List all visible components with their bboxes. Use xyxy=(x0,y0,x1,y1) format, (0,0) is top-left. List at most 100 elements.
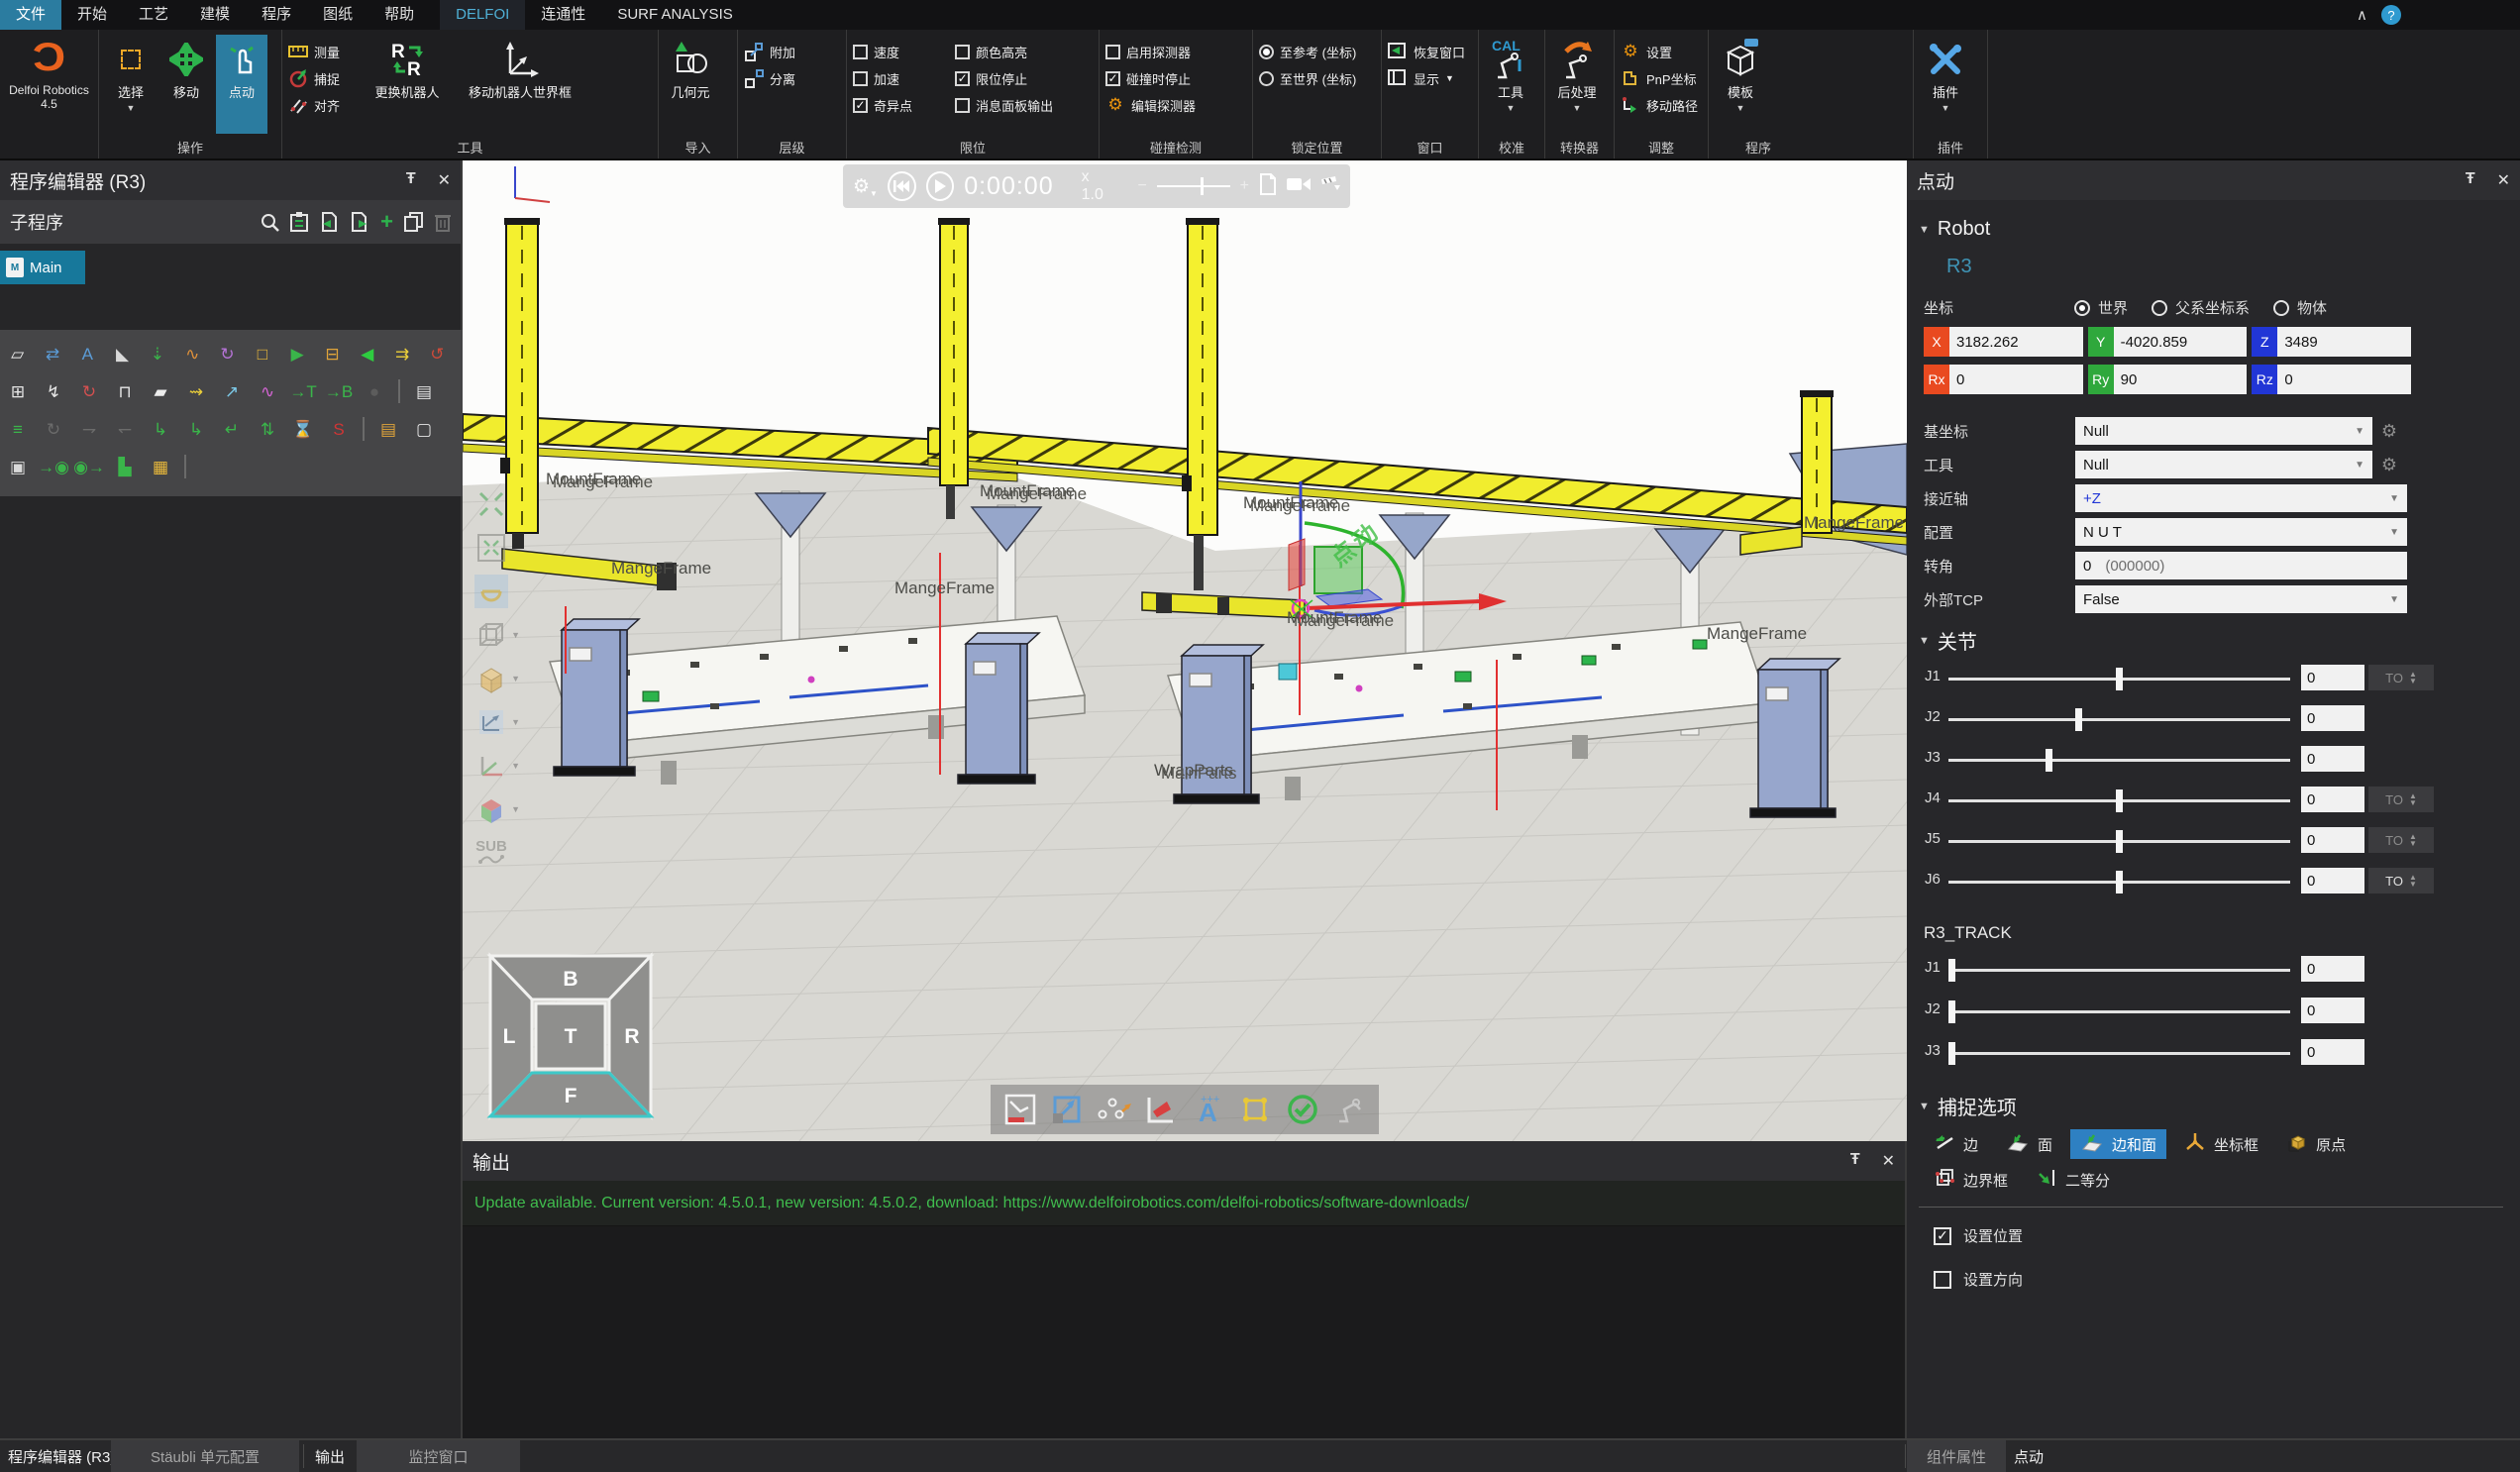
wait-icon[interactable]: ⌛ xyxy=(291,417,315,441)
menu-item-3[interactable]: 建模 xyxy=(184,0,246,30)
joint-value-J6[interactable]: 0 xyxy=(2301,868,2364,894)
collapse-ribbon-icon[interactable]: ∧ xyxy=(2357,6,2367,24)
lock-radio-0[interactable]: 至参考 (坐标) xyxy=(1259,41,1356,62)
field-value-1[interactable]: Null▼ xyxy=(2075,451,2372,478)
field-value-5[interactable]: False▼ xyxy=(2075,585,2407,613)
collision-checkbox-0[interactable] xyxy=(1105,45,1120,59)
disabled-dot-icon[interactable]: ● xyxy=(363,379,386,403)
joint-slider-handle-J3[interactable] xyxy=(2046,749,2052,772)
pnp-frame-button[interactable]: PnP坐标 xyxy=(1621,67,1698,89)
joint-slider-J6[interactable] xyxy=(1948,881,2290,884)
field-value-3[interactable]: N U T▼ xyxy=(2075,518,2407,546)
jog-check-0[interactable]: 设置位置 xyxy=(1934,1225,2023,1246)
clip-plane-icon[interactable] xyxy=(474,575,508,608)
conveyor-run-icon[interactable]: ◀ xyxy=(356,342,378,366)
joint-value-J4[interactable]: 0 xyxy=(2301,787,2364,812)
speed-slider[interactable] xyxy=(1157,185,1230,187)
joint-slider-J4[interactable] xyxy=(1948,799,2290,802)
copy-icon[interactable] xyxy=(404,212,424,232)
delete-icon[interactable] xyxy=(435,212,451,232)
3d-scene[interactable] xyxy=(463,160,1907,1141)
collision-check-0[interactable]: 启用探测器 xyxy=(1105,41,1196,62)
coord-option-2[interactable]: 物体 xyxy=(2273,297,2327,318)
axis-value-Y[interactable]: -4020.859 xyxy=(2114,327,2248,357)
template-button[interactable]: 模板▼ xyxy=(1715,35,1766,134)
path-points-icon[interactable]: ∿ xyxy=(181,342,204,366)
joint-slider-handle-J6[interactable] xyxy=(2116,871,2123,894)
robot-tool-icon[interactable] xyxy=(1332,1093,1366,1126)
stop-icon[interactable]: S xyxy=(327,417,351,441)
menu-item-5[interactable]: 图纸 xyxy=(307,0,368,30)
menu-item-6[interactable]: 帮助 xyxy=(368,0,430,30)
joint-value-J1[interactable]: 0 xyxy=(2301,956,2364,982)
field-value-2[interactable]: +Z▼ xyxy=(2075,484,2407,512)
help-icon[interactable]: ? xyxy=(2381,5,2401,25)
folder-icon[interactable]: ▰ xyxy=(149,379,172,403)
collision-checkbox-1[interactable] xyxy=(1105,71,1120,86)
joint-to-button-J4[interactable]: TO▲▼ xyxy=(2368,787,2434,812)
export-program-icon[interactable] xyxy=(350,212,369,232)
limit-check-b-checkbox-1[interactable] xyxy=(955,71,970,86)
jog-pin-icon[interactable]: Ŧ xyxy=(2466,170,2475,190)
fit-view-icon[interactable] xyxy=(474,531,508,565)
rewind-button[interactable] xyxy=(888,171,916,201)
joint-slider-J2[interactable] xyxy=(1948,718,2290,721)
field-value-4[interactable]: 0(000000) xyxy=(2075,552,2407,579)
joint-slider-handle-J1[interactable] xyxy=(2116,668,2123,690)
subprogram-main-item[interactable]: M Main xyxy=(0,251,85,284)
measure-button[interactable]: 测量 xyxy=(288,41,362,62)
jog-checkbox-0[interactable] xyxy=(1934,1227,1951,1245)
branch-else-icon[interactable]: ↳ xyxy=(184,417,208,441)
playback-speed[interactable]: x 1.0 xyxy=(1082,168,1114,204)
annotation-icon[interactable]: A xyxy=(76,342,99,366)
speed-ramp-icon[interactable]: ◣ xyxy=(111,342,134,366)
frame-select-icon[interactable] xyxy=(1238,1093,1272,1126)
menu-item-7[interactable]: DELFOI xyxy=(440,0,525,30)
circular-move-icon[interactable]: ↻ xyxy=(216,342,239,366)
print-icon[interactable]: ▣ xyxy=(6,455,30,478)
joint-value-J3[interactable]: 0 xyxy=(2301,1039,2364,1065)
axis-value-Z[interactable]: 3489 xyxy=(2277,327,2411,357)
joint-slider-handle-J2[interactable] xyxy=(2075,708,2082,731)
ptp-motion-icon[interactable]: ▱ xyxy=(6,342,29,366)
import-point-icon[interactable]: ⇣ xyxy=(146,342,168,366)
snap-button[interactable]: 捕捉 xyxy=(288,67,362,89)
limit-check-a-checkbox-2[interactable] xyxy=(853,98,868,113)
joint-to-button-J6[interactable]: TO▲▼ xyxy=(2368,868,2434,894)
move-button[interactable]: 移动 xyxy=(160,35,212,134)
joint-slider-J1[interactable] xyxy=(1948,969,2290,972)
signal-in-icon[interactable]: →◉ xyxy=(42,455,65,478)
menu-item-0[interactable]: 文件 xyxy=(0,0,61,30)
attach-button[interactable]: 附加 xyxy=(744,41,795,62)
io-monitor-icon[interactable]: ⊟ xyxy=(321,342,344,366)
move-path-button[interactable]: 移动路径 xyxy=(1621,94,1698,116)
report-icon[interactable] xyxy=(1259,173,1277,200)
limit-check-b-checkbox-2[interactable] xyxy=(955,98,970,113)
joint-slider-J1[interactable] xyxy=(1948,678,2290,681)
tab-jog[interactable]: 点动 xyxy=(2014,1440,2044,1472)
select-frame-icon[interactable]: □ xyxy=(251,342,273,366)
program-path-icon[interactable] xyxy=(1003,1093,1037,1126)
limit-check-b-checkbox-0[interactable] xyxy=(955,45,970,59)
jog-checkbox-1[interactable] xyxy=(1934,1271,1951,1289)
sync-icon[interactable]: ⇅ xyxy=(256,417,279,441)
validate-icon[interactable] xyxy=(1286,1093,1319,1126)
select-button[interactable]: 选择▼ xyxy=(105,35,157,134)
field-gear-icon-1[interactable]: ⚙ xyxy=(2376,452,2402,477)
axis-value-X[interactable]: 3182.262 xyxy=(1949,327,2083,357)
meander-icon[interactable]: ⊓ xyxy=(113,379,137,403)
jog-close-icon[interactable]: ✕ xyxy=(2497,170,2510,190)
add-subprogram-icon[interactable]: + xyxy=(380,213,393,231)
joint-value-J5[interactable]: 0 xyxy=(2301,827,2364,853)
snap-button-2[interactable]: 边和面 xyxy=(2070,1129,2166,1159)
coord-option-1[interactable]: 父系坐标系 xyxy=(2152,297,2250,318)
rotate-tool-icon[interactable]: ↻ xyxy=(77,379,101,403)
axis-value-Rx[interactable]: 0 xyxy=(1949,365,2083,394)
axis-value-Rz[interactable]: 0 xyxy=(2277,365,2411,394)
assign-icon[interactable]: ≡ xyxy=(6,417,30,441)
display-button[interactable]: 显示▼ xyxy=(1388,67,1465,89)
joint-slider-J3[interactable] xyxy=(1948,1052,2290,1055)
path-segment-icon[interactable]: ∿ xyxy=(256,379,279,403)
tab-component-properties[interactable]: 组件属性 xyxy=(1907,1440,2006,1472)
joint-slider-handle-J5[interactable] xyxy=(2116,830,2123,853)
